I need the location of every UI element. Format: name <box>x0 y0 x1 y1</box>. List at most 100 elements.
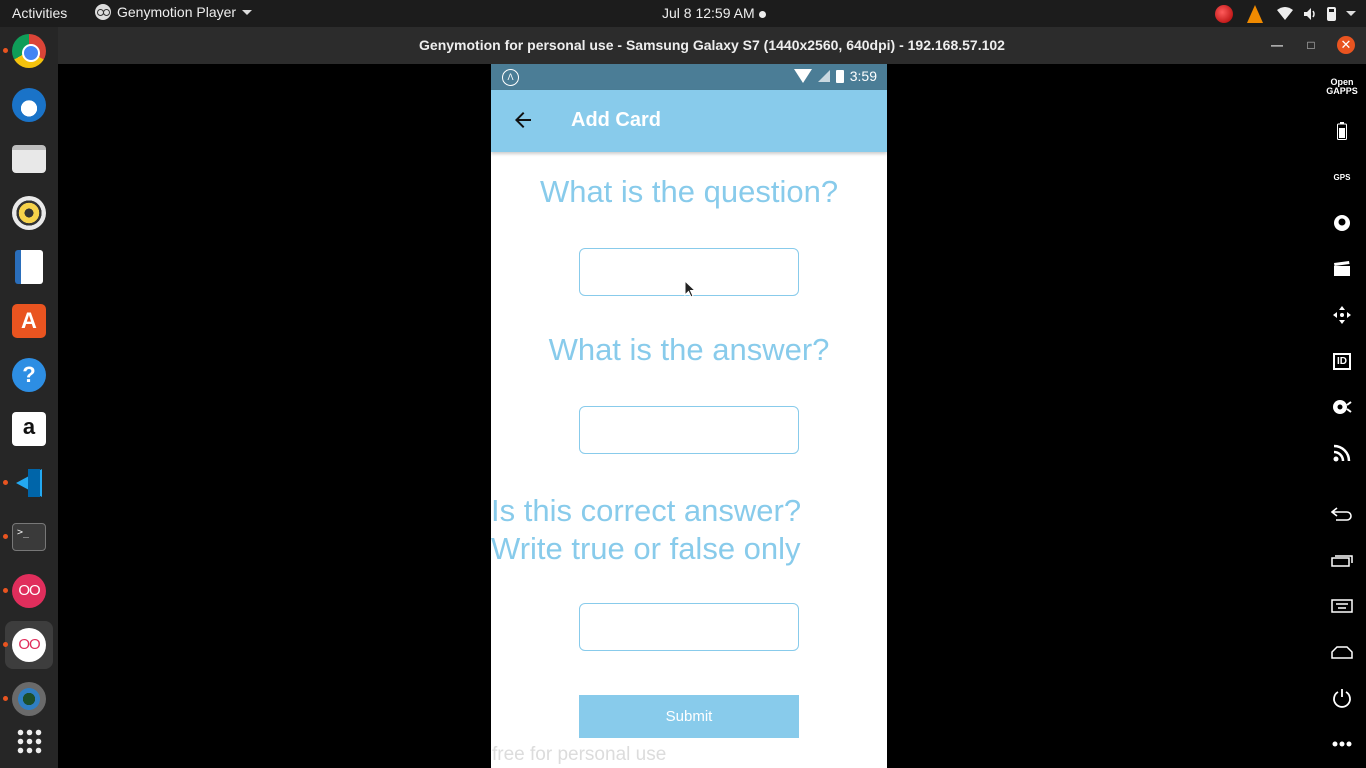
battery-widget-button[interactable] <box>1318 114 1366 148</box>
answer-input[interactable] <box>579 406 799 454</box>
notification-app-icon: Λ <box>502 69 519 86</box>
more-dots-icon <box>1332 741 1352 747</box>
correct-answer-input[interactable] <box>579 603 799 651</box>
android-back-button[interactable] <box>1318 497 1366 531</box>
dock-item-thunderbird[interactable] <box>5 81 53 129</box>
recorder-icon[interactable] <box>1215 4 1233 23</box>
clock[interactable]: Jul 8 12:59 AM <box>662 5 766 21</box>
thunderbird-icon <box>12 88 46 122</box>
maximize-button[interactable]: □ <box>1302 36 1320 54</box>
gps-icon: GPS <box>1333 172 1351 182</box>
media-widget-button[interactable] <box>1318 252 1366 286</box>
dock-item-genymotion-player[interactable]: OO <box>3 621 53 669</box>
home-icon <box>1331 646 1353 659</box>
watermark: free for personal use <box>492 744 667 765</box>
app-bar: Add Card <box>491 90 887 152</box>
activities-button[interactable]: Activities <box>12 5 67 21</box>
open-gapps-button[interactable]: Open GAPPS <box>1318 70 1366 104</box>
android-home-button[interactable] <box>1318 635 1366 669</box>
page-title: Add Card <box>571 109 661 131</box>
dock-item-amazon[interactable]: a <box>5 405 53 453</box>
camera-widget-button[interactable] <box>1318 206 1366 240</box>
clock-label: Jul 8 12:59 AM <box>662 5 755 21</box>
amazon-icon: a <box>12 412 46 446</box>
genymotion-player-icon: OO <box>12 628 46 662</box>
dock: A ? a >_ OO OO <box>0 27 58 768</box>
terminal-icon: >_ <box>12 523 46 551</box>
network-widget-button[interactable] <box>1318 436 1366 470</box>
rss-icon <box>1333 444 1351 462</box>
dock-item-software[interactable]: A <box>5 297 53 345</box>
mouse-cursor-icon <box>684 280 696 298</box>
battery-icon <box>1327 6 1336 21</box>
notification-dot-icon <box>758 10 766 18</box>
genymotion-icon <box>95 4 111 20</box>
app-menu[interactable]: Genymotion Player <box>95 4 253 20</box>
gps-widget-button[interactable]: GPS <box>1318 160 1366 194</box>
dock-item-vscode[interactable] <box>3 459 53 507</box>
move-arrows-icon <box>1333 306 1351 324</box>
signal-icon <box>817 70 830 82</box>
software-store-icon: A <box>12 304 46 338</box>
chevron-down-icon <box>242 9 253 15</box>
menu-icon <box>1331 599 1353 613</box>
correct-answer-label: Is this correct answer? Write true or fa… <box>491 492 887 568</box>
minimize-button[interactable]: — <box>1268 36 1286 54</box>
dock-item-terminal[interactable]: >_ <box>3 513 53 561</box>
move-widget-button[interactable] <box>1318 298 1366 332</box>
power-icon <box>1333 689 1351 708</box>
webcam-icon <box>1334 215 1350 231</box>
back-icon <box>1331 507 1352 521</box>
dock-item-files[interactable] <box>5 135 53 183</box>
android-recent-apps-button[interactable] <box>1318 543 1366 577</box>
question-label: What is the question? <box>539 174 839 209</box>
correct-answer-label-line2: Write true or false only <box>491 531 801 566</box>
dock-item-webcam[interactable] <box>3 675 53 723</box>
window-titlebar[interactable]: Genymotion for personal use - Samsung Ga… <box>58 27 1366 64</box>
dock-item-chrome[interactable] <box>3 27 53 75</box>
open-gapps-icon: Open GAPPS <box>1326 77 1358 96</box>
battery-icon <box>835 69 844 83</box>
running-indicator <box>3 534 8 539</box>
top-bar: Activities Genymotion Player Jul 8 12:59… <box>0 0 1366 27</box>
running-indicator <box>3 588 8 593</box>
running-indicator <box>3 48 8 53</box>
dock-item-help[interactable]: ? <box>5 351 53 399</box>
disk-io-widget-button[interactable] <box>1318 390 1366 424</box>
vlc-icon[interactable] <box>1247 4 1263 23</box>
files-icon <box>12 145 46 173</box>
battery-icon <box>1337 122 1347 140</box>
android-menu-button[interactable] <box>1318 589 1366 623</box>
running-indicator <box>3 642 8 647</box>
answer-label: What is the answer? <box>548 332 830 367</box>
phone-screen: Λ 3:59 Add Card What is the question? Wh… <box>491 64 887 768</box>
wifi-icon <box>1277 6 1293 20</box>
recent-apps-icon <box>1331 555 1353 567</box>
status-icons: 3:59 <box>793 68 877 84</box>
system-tray <box>1215 3 1356 24</box>
rhythmbox-icon <box>12 196 46 230</box>
chevron-down-icon <box>1346 11 1356 16</box>
submit-button[interactable]: Submit <box>579 695 799 738</box>
status-time: 3:59 <box>849 68 877 84</box>
dock-item-genymotion[interactable]: OO <box>3 567 53 615</box>
system-menu[interactable] <box>1277 6 1356 21</box>
wifi-icon <box>793 69 812 83</box>
grid-icon <box>16 728 42 754</box>
arrow-back-icon[interactable] <box>511 108 535 132</box>
webcam-icon <box>12 682 46 716</box>
close-button[interactable]: ✕ <box>1337 36 1355 54</box>
more-tools-button[interactable] <box>1318 727 1366 761</box>
window-title: Genymotion for personal use - Samsung Ga… <box>419 37 1005 53</box>
help-icon: ? <box>12 358 46 392</box>
show-applications-button[interactable] <box>5 717 53 765</box>
identifiers-widget-button[interactable]: ID <box>1318 344 1366 378</box>
dock-item-writer[interactable] <box>5 243 53 291</box>
genymotion-icon: OO <box>12 574 46 608</box>
dock-item-rhythmbox[interactable] <box>5 189 53 237</box>
android-power-button[interactable] <box>1318 681 1366 715</box>
app-menu-label: Genymotion Player <box>117 4 237 20</box>
running-indicator <box>3 480 8 485</box>
id-icon: ID <box>1333 352 1351 370</box>
chrome-icon <box>12 34 46 68</box>
